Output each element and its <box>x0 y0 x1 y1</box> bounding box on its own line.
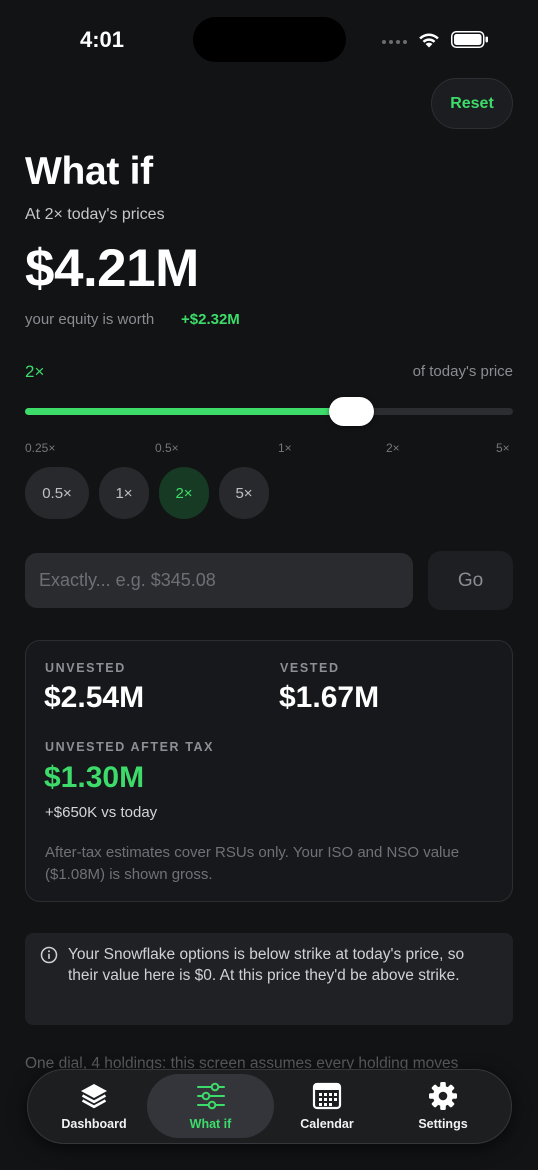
battery-icon <box>451 31 488 48</box>
vested-caption: VESTED <box>280 661 340 675</box>
tax-note: After-tax estimates cover RSUs only. You… <box>45 844 460 883</box>
gear-icon <box>429 1082 457 1110</box>
cellular-signal-icon <box>382 40 407 44</box>
multiplier-label: 2× <box>25 362 45 381</box>
unvested-value: $2.54M <box>44 681 145 714</box>
tab-dashboard[interactable]: Dashboard <box>34 1074 154 1138</box>
vested-value: $1.67M <box>279 681 380 714</box>
info-icon <box>40 946 58 964</box>
preset-chip-1x[interactable]: 1× <box>99 467 149 519</box>
preset-chip-2x[interactable]: 2× <box>159 467 209 519</box>
slider-tick: 0.5× <box>155 441 179 455</box>
tab-settings-label: Settings <box>418 1117 468 1131</box>
tab-what-if[interactable]: What if <box>147 1074 274 1138</box>
slider-tick: 2× <box>386 441 400 455</box>
price-slider-thumb[interactable] <box>329 397 375 426</box>
equity-value: $4.21M <box>25 239 199 298</box>
strike-info-text: Your Snowflake options is below strike a… <box>68 946 465 984</box>
multiplier-unit-label: of today's price <box>412 363 513 380</box>
after-tax-delta: +$650K vs today <box>45 804 158 821</box>
after-tax-caption: UNVESTED AFTER TAX <box>45 740 215 754</box>
slider-tick: 1× <box>278 441 292 455</box>
tab-dashboard-label: Dashboard <box>61 1117 127 1131</box>
preset-chips: 0.5× 1× 2× 5× <box>25 467 269 519</box>
go-button[interactable]: Go <box>428 551 513 610</box>
equity-delta: +$2.32M <box>181 311 240 328</box>
slider-tick: 5× <box>496 441 510 455</box>
stack-icon <box>81 1084 107 1109</box>
scenario-subtitle: At 2× today's prices <box>25 206 165 223</box>
unvested-caption: UNVESTED <box>45 661 126 675</box>
tab-settings[interactable]: Settings <box>383 1074 503 1138</box>
preset-chip-5x[interactable]: 5× <box>219 467 269 519</box>
price-slider-fill <box>25 408 352 415</box>
tab-what-if-label: What if <box>189 1117 232 1131</box>
after-tax-value: $1.30M <box>44 761 145 794</box>
slider-tick: 0.25× <box>25 441 56 455</box>
wifi-icon <box>419 33 439 48</box>
tab-calendar-label: Calendar <box>300 1117 354 1131</box>
sliders-icon <box>196 1082 225 1110</box>
tab-calendar[interactable]: Calendar <box>267 1074 387 1138</box>
page-title: What if <box>25 150 153 193</box>
equity-worth-label: your equity is worth <box>25 311 155 328</box>
exact-price-input[interactable] <box>25 553 413 608</box>
reset-button[interactable]: Reset <box>431 78 513 129</box>
preset-chip-0-5x[interactable]: 0.5× <box>25 467 89 519</box>
status-time: 4:01 <box>80 27 125 52</box>
calendar-icon <box>312 1082 342 1110</box>
dynamic-island <box>193 17 346 62</box>
